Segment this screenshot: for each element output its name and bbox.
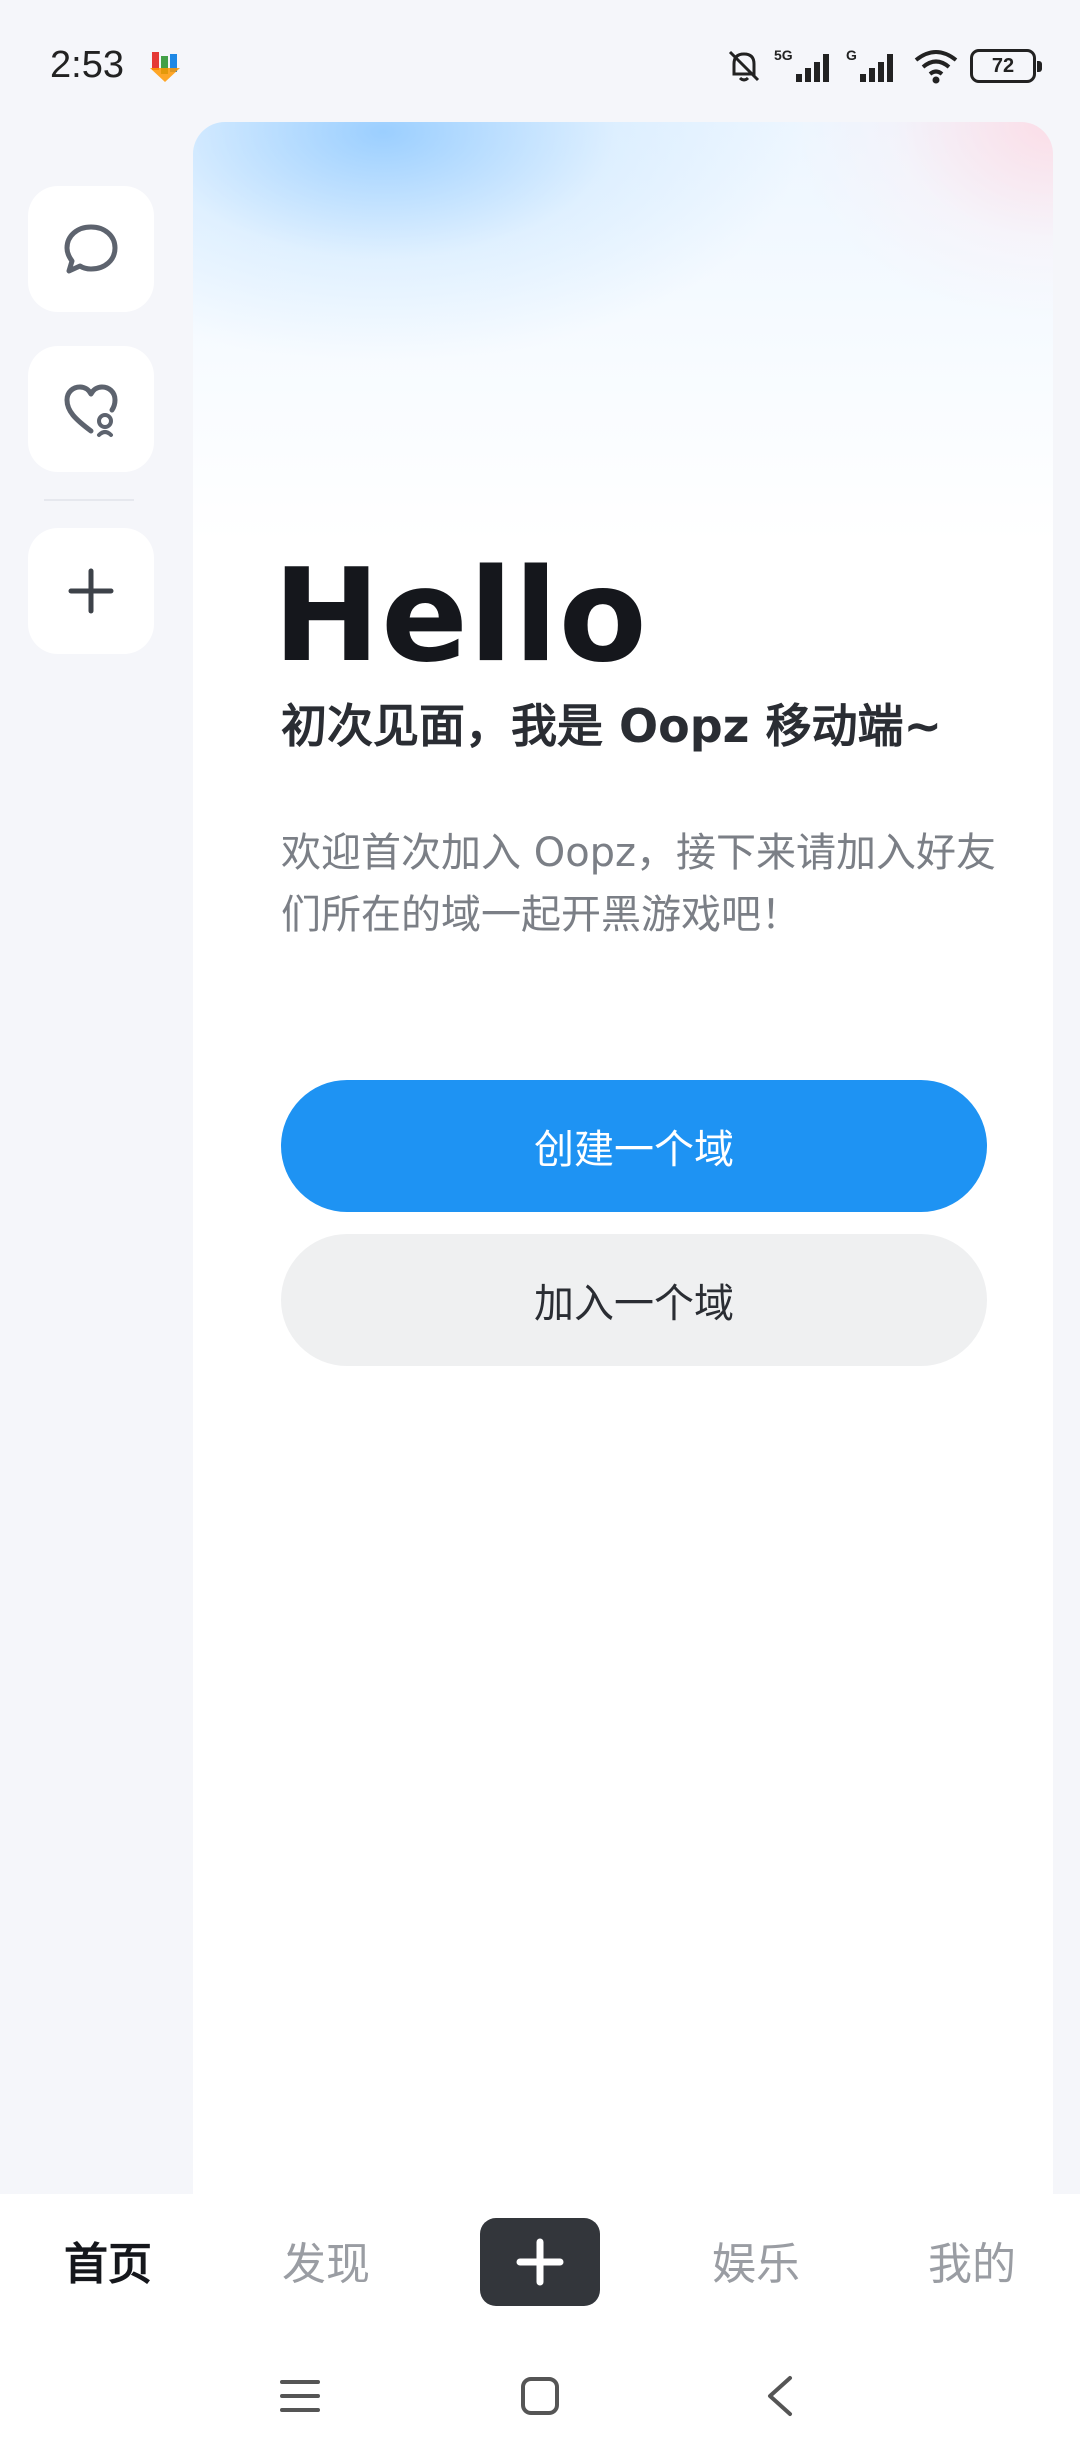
system-nav-bar xyxy=(0,2330,1080,2460)
signal-5g-icon: 5G xyxy=(774,47,829,82)
square-icon xyxy=(521,2377,559,2415)
bell-muted-icon xyxy=(728,50,760,82)
server-rail xyxy=(0,120,190,2200)
welcome-subtitle: 初次见面，我是 Oopz 移动端~ xyxy=(281,699,942,753)
tab-home[interactable]: 首页 xyxy=(64,2228,152,2292)
greeting-title: Hello xyxy=(273,542,648,691)
back-button[interactable] xyxy=(752,2368,808,2424)
status-icons: 5G G 72 xyxy=(724,44,1042,88)
plus-icon xyxy=(68,568,114,614)
messages-button[interactable] xyxy=(28,186,154,312)
network-2-label: G xyxy=(846,47,857,63)
rail-divider xyxy=(44,499,134,501)
menu-lines-icon xyxy=(280,2380,320,2412)
add-server-button[interactable] xyxy=(28,528,154,654)
recents-button[interactable] xyxy=(272,2368,328,2424)
tab-mine[interactable]: 我的 xyxy=(928,2228,1016,2292)
bottom-tab-bar: 首页 发现 娱乐 我的 xyxy=(0,2194,1080,2330)
chevron-left-icon xyxy=(768,2376,792,2416)
create-domain-button[interactable]: 创建一个域 xyxy=(281,1080,987,1212)
welcome-description: 欢迎首次加入 Oopz，接下来请加入好友们所在的域一起开黑游戏吧！ xyxy=(281,830,997,938)
card-header-gradient xyxy=(193,122,1053,542)
join-domain-button[interactable]: 加入一个域 xyxy=(281,1234,987,1366)
wifi-icon xyxy=(914,50,958,84)
favorites-button[interactable] xyxy=(28,346,154,472)
network-1-label: 5G xyxy=(774,47,793,63)
battery-indicator: 72 xyxy=(970,49,1042,83)
heart-location-icon xyxy=(64,384,118,437)
plus-icon xyxy=(516,2238,564,2286)
status-bar: 2:53 5G G 72 xyxy=(0,0,1080,120)
tab-entertainment[interactable]: 娱乐 xyxy=(712,2228,800,2292)
home-button[interactable] xyxy=(512,2368,568,2424)
status-time: 2:53 xyxy=(50,44,124,86)
create-post-button[interactable] xyxy=(480,2218,600,2306)
app-notification-icon xyxy=(150,52,180,82)
signal-g-icon: G xyxy=(846,47,893,82)
tab-discover[interactable]: 发现 xyxy=(282,2228,370,2292)
welcome-card: Hello 初次见面，我是 Oopz 移动端~ 欢迎首次加入 Oopz，接下来请… xyxy=(193,122,1053,2200)
battery-level: 72 xyxy=(991,54,1015,77)
chat-bubble-icon xyxy=(64,224,118,274)
